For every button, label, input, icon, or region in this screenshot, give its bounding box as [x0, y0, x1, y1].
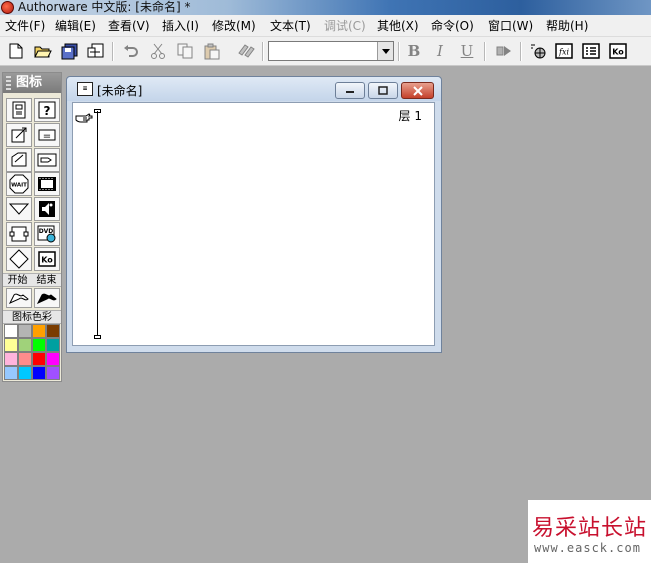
flowline-window: ≡ [未命名] 层 1 — [66, 76, 442, 353]
calculation-icon[interactable]: = — [34, 122, 60, 147]
color-swatch[interactable] — [32, 366, 46, 380]
app-logo-icon — [1, 1, 14, 14]
svg-text:fxi: fxi — [558, 48, 569, 57]
find-icon[interactable] — [236, 41, 256, 61]
menu-file[interactable]: 文件(F) — [5, 18, 45, 34]
movie-icon[interactable] — [34, 172, 60, 197]
flowline-window-icon: ≡ — [77, 82, 93, 96]
color-swatch[interactable] — [4, 352, 18, 366]
svg-text:?: ? — [44, 104, 51, 118]
flowline-window-title: [未命名] — [97, 84, 143, 98]
color-swatch[interactable] — [4, 338, 18, 352]
menu-text[interactable]: 文本(T) — [270, 18, 311, 34]
paste-hand-icon — [75, 110, 93, 127]
save-all-icon[interactable] — [60, 41, 80, 61]
undo-icon[interactable] — [121, 41, 141, 61]
menu-command[interactable]: 命令(O) — [431, 18, 474, 34]
color-swatch[interactable] — [18, 324, 32, 338]
watermark-url: www.easck.com — [534, 541, 641, 555]
menu-edit[interactable]: 编辑(E) — [55, 18, 96, 34]
color-swatch[interactable] — [32, 338, 46, 352]
svg-text:Ko: Ko — [41, 255, 53, 264]
color-swatch[interactable] — [18, 338, 32, 352]
color-swatch[interactable] — [18, 352, 32, 366]
erase-icon[interactable] — [6, 147, 32, 172]
color-swatch[interactable] — [4, 366, 18, 380]
toolbar: B I U fxi Ko — [0, 37, 651, 66]
run-icon[interactable] — [494, 41, 514, 61]
menu-help[interactable]: 帮助(H) — [546, 18, 588, 34]
functions-icon[interactable]: fxi — [554, 41, 574, 61]
menu-other[interactable]: 其他(X) — [377, 18, 419, 34]
color-swatch[interactable] — [18, 366, 32, 380]
color-swatch[interactable] — [46, 366, 60, 380]
font-select[interactable] — [268, 41, 394, 61]
open-folder-icon[interactable] — [33, 41, 53, 61]
app-title: Authorware 中文版: [未命名] * — [18, 0, 191, 14]
underline-icon[interactable]: U — [457, 41, 477, 61]
maximize-button[interactable] — [368, 82, 398, 99]
menu-modify[interactable]: 修改(M) — [212, 18, 256, 34]
watermark-title: 易采站长站 — [532, 516, 648, 541]
knowledge-objects-icon[interactable]: Ko — [608, 41, 628, 61]
start-flag-icon[interactable] — [6, 288, 32, 308]
svg-text:=: = — [43, 131, 51, 141]
color-swatch[interactable] — [32, 352, 46, 366]
svg-text:Ko: Ko — [612, 48, 624, 57]
variables-icon[interactable] — [581, 41, 601, 61]
end-flag-icon[interactable] — [34, 288, 60, 308]
color-swatch[interactable] — [46, 324, 60, 338]
dvd-icon[interactable]: DVD — [34, 221, 60, 246]
icon-palette-title: 图标 — [16, 75, 43, 90]
decision-icon[interactable] — [6, 221, 32, 246]
menu-insert[interactable]: 插入(I) — [162, 18, 199, 34]
wait-icon[interactable]: WAIT — [6, 172, 32, 197]
framework-icon[interactable] — [6, 197, 32, 222]
navigate-icon[interactable] — [34, 147, 60, 172]
flowline-canvas[interactable]: 层 1 — [72, 102, 435, 346]
paste-icon[interactable] — [202, 41, 222, 61]
color-swatch[interactable] — [4, 324, 18, 338]
layer-label: 层 1 — [398, 109, 422, 123]
minimize-button[interactable] — [335, 82, 365, 99]
icon-palette: 图标 ? = WAIT DVD Ko 开始 结束 图标色彩 — [2, 72, 62, 382]
icon-palette-grid: ? = WAIT DVD Ko — [6, 98, 60, 271]
control-panel-icon[interactable] — [528, 41, 548, 61]
sound-icon[interactable] — [34, 197, 60, 222]
start-end-label: 开始 结束 — [3, 273, 61, 287]
flowline-window-titlebar[interactable]: ≡ [未命名] — [67, 77, 441, 101]
import-icon[interactable] — [86, 41, 106, 61]
new-file-icon[interactable] — [6, 41, 26, 61]
motion-icon[interactable] — [6, 122, 32, 147]
icon-color-swatches — [4, 324, 60, 380]
menu-debug[interactable]: 调试(C) — [324, 18, 366, 34]
map-icon[interactable] — [6, 246, 32, 271]
cut-icon[interactable] — [148, 41, 168, 61]
end-flag-label: 结束 — [36, 275, 57, 286]
interaction-icon[interactable]: ? — [34, 98, 60, 122]
flag-row — [6, 288, 60, 308]
icon-color-label: 图标色彩 — [3, 310, 61, 324]
grip-icon[interactable] — [6, 76, 11, 90]
copy-icon[interactable] — [175, 41, 195, 61]
menu-window[interactable]: 窗口(W) — [488, 18, 533, 34]
color-swatch[interactable] — [46, 338, 60, 352]
menu-bar: 文件(F) 编辑(E) 查看(V) 插入(I) 修改(M) 文本(T) 调试(C… — [0, 15, 651, 37]
flowline-end-cap — [94, 335, 101, 339]
bold-icon[interactable]: B — [404, 41, 424, 61]
chevron-down-icon[interactable] — [377, 42, 393, 60]
svg-text:WAIT: WAIT — [11, 183, 27, 189]
knowledge-object-icon[interactable]: Ko — [34, 246, 60, 271]
start-flag-label: 开始 — [7, 275, 28, 286]
italic-icon[interactable]: I — [430, 41, 450, 61]
color-swatch[interactable] — [32, 324, 46, 338]
app-title-bar: Authorware 中文版: [未命名] * — [0, 0, 651, 15]
icon-palette-header[interactable]: 图标 — [3, 73, 61, 93]
display-icon[interactable] — [6, 98, 32, 122]
watermark: 易采站长站 www.easck.com — [528, 500, 651, 563]
menu-view[interactable]: 查看(V) — [108, 18, 150, 34]
close-button[interactable] — [401, 82, 434, 99]
color-swatch[interactable] — [46, 352, 60, 366]
flowline[interactable] — [97, 111, 98, 338]
